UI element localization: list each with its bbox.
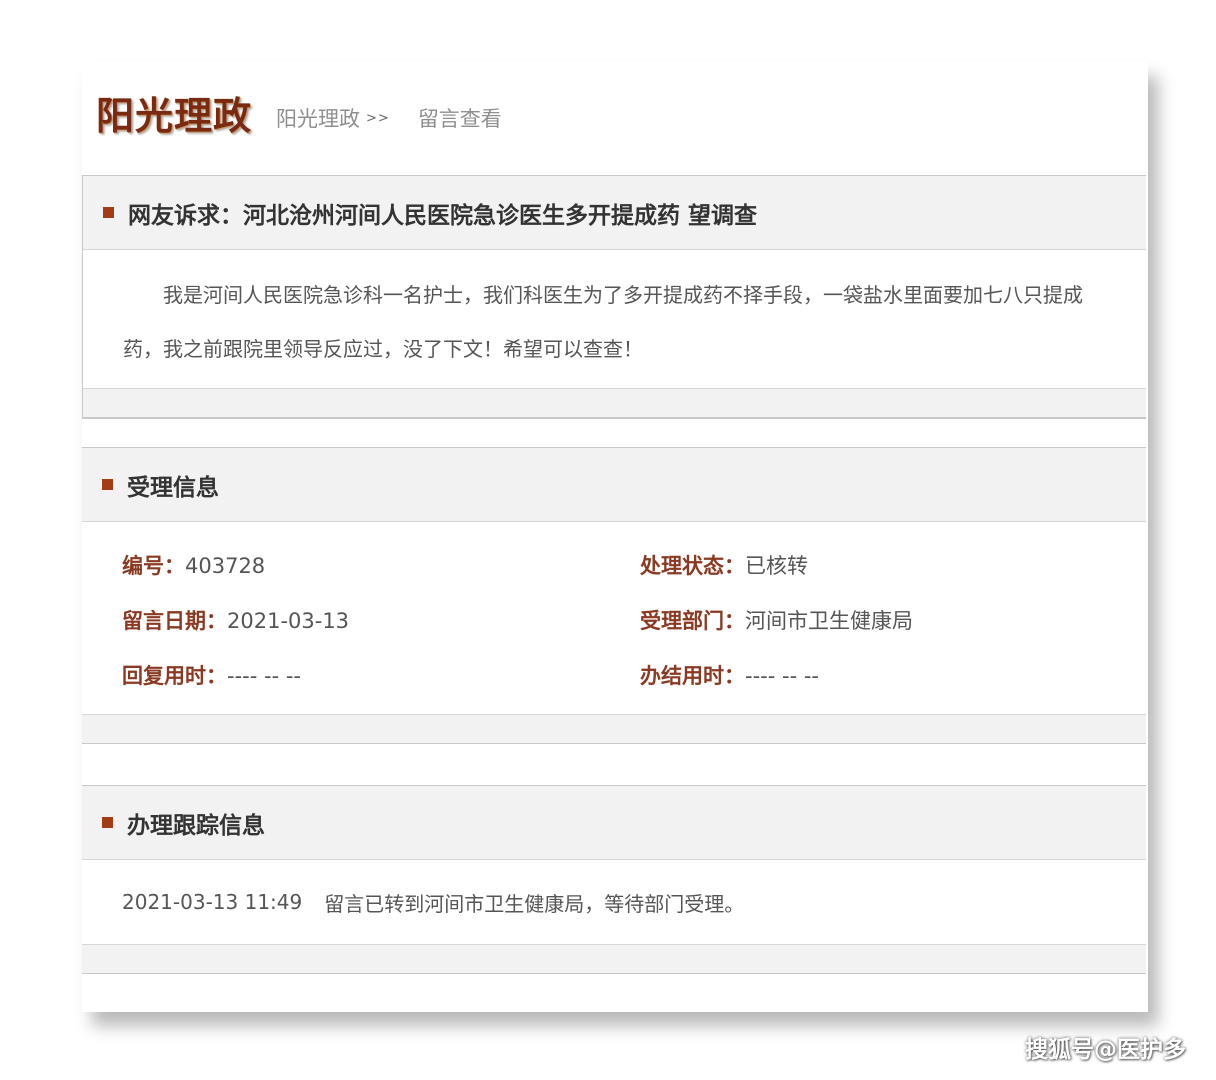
info-reply-time: 回复用时：---- -- --	[122, 660, 301, 690]
tracking-panel-header: 办理跟踪信息	[82, 786, 1146, 860]
panel-footer	[83, 388, 1146, 418]
tracking-title: 办理跟踪信息	[127, 812, 265, 839]
number-value: 403728	[185, 554, 266, 578]
date-label: 留言日期：	[122, 609, 227, 633]
square-bullet-icon	[102, 817, 113, 828]
tracking-panel: 办理跟踪信息 2021-03-13 11:49 留言已转到河间市卫生健康局，等待…	[82, 785, 1146, 974]
number-label: 编号：	[122, 554, 185, 578]
reply-time-value: ---- -- --	[227, 664, 301, 688]
page-container: 阳光理政 阳光理政 >> 留言查看 网友诉求：河北沧州河间人民医院急诊医生多开提…	[82, 62, 1148, 1012]
sohu-watermark: 搜狐号@医护多	[1025, 1037, 1186, 1063]
acceptance-info: 编号：403728 处理状态：已核转 留言日期：2021-03-13 受理部门：…	[82, 522, 1146, 714]
square-bullet-icon	[103, 207, 114, 218]
reply-time-label: 回复用时：	[122, 664, 227, 688]
department-label: 受理部门：	[640, 609, 745, 633]
info-status: 处理状态：已核转	[640, 550, 808, 580]
sunshine-logo: 阳光理政	[96, 92, 253, 138]
breadcrumb-home-link[interactable]: 阳光理政	[276, 103, 360, 133]
department-value: 河间市卫生健康局	[745, 609, 913, 633]
info-number: 编号：403728	[122, 550, 265, 580]
breadcrumb-current: 留言查看	[417, 107, 502, 131]
square-bullet-icon	[102, 479, 113, 490]
info-department: 受理部门：河间市卫生健康局	[640, 605, 913, 635]
complaint-panel: 网友诉求：河北沧州河间人民医院急诊医生多开提成药 望调查 我是河间人民医院急诊科…	[82, 175, 1146, 419]
panel-footer	[82, 944, 1146, 974]
acceptance-title: 受理信息	[127, 474, 219, 501]
info-date: 留言日期：2021-03-13	[122, 605, 349, 635]
tracking-entry-time: 2021-03-13 11:49	[122, 890, 303, 914]
complaint-panel-header: 网友诉求：河北沧州河间人民医院急诊医生多开提成药 望调查	[83, 176, 1146, 250]
panel-footer	[82, 714, 1146, 744]
acceptance-panel: 受理信息 编号：403728 处理状态：已核转 留言日期：2021-03-13 …	[82, 447, 1146, 744]
breadcrumb: 阳光理政 >> 留言查看	[276, 103, 502, 133]
status-value: 已核转	[745, 554, 808, 578]
info-finish-time: 办结用时：---- -- --	[640, 660, 819, 690]
tracking-entry: 2021-03-13 11:49 留言已转到河间市卫生健康局，等待部门受理。	[82, 860, 1146, 944]
breadcrumb-separator: >>	[366, 110, 390, 126]
finish-time-value: ---- -- --	[745, 664, 819, 688]
page-header: 阳光理政 阳光理政 >> 留言查看	[96, 82, 502, 142]
tracking-entry-text: 留言已转到河间市卫生健康局，等待部门受理。	[324, 891, 745, 916]
date-value: 2021-03-13	[227, 609, 350, 633]
complaint-content: 我是河间人民医院急诊科一名护士，我们科医生为了多开提成药不择手段，一袋盐水里面要…	[123, 283, 1083, 361]
complaint-title: 网友诉求：河北沧州河间人民医院急诊医生多开提成药 望调查	[128, 202, 758, 229]
status-label: 处理状态：	[640, 554, 745, 578]
finish-time-label: 办结用时：	[640, 664, 745, 688]
acceptance-panel-header: 受理信息	[82, 448, 1146, 522]
